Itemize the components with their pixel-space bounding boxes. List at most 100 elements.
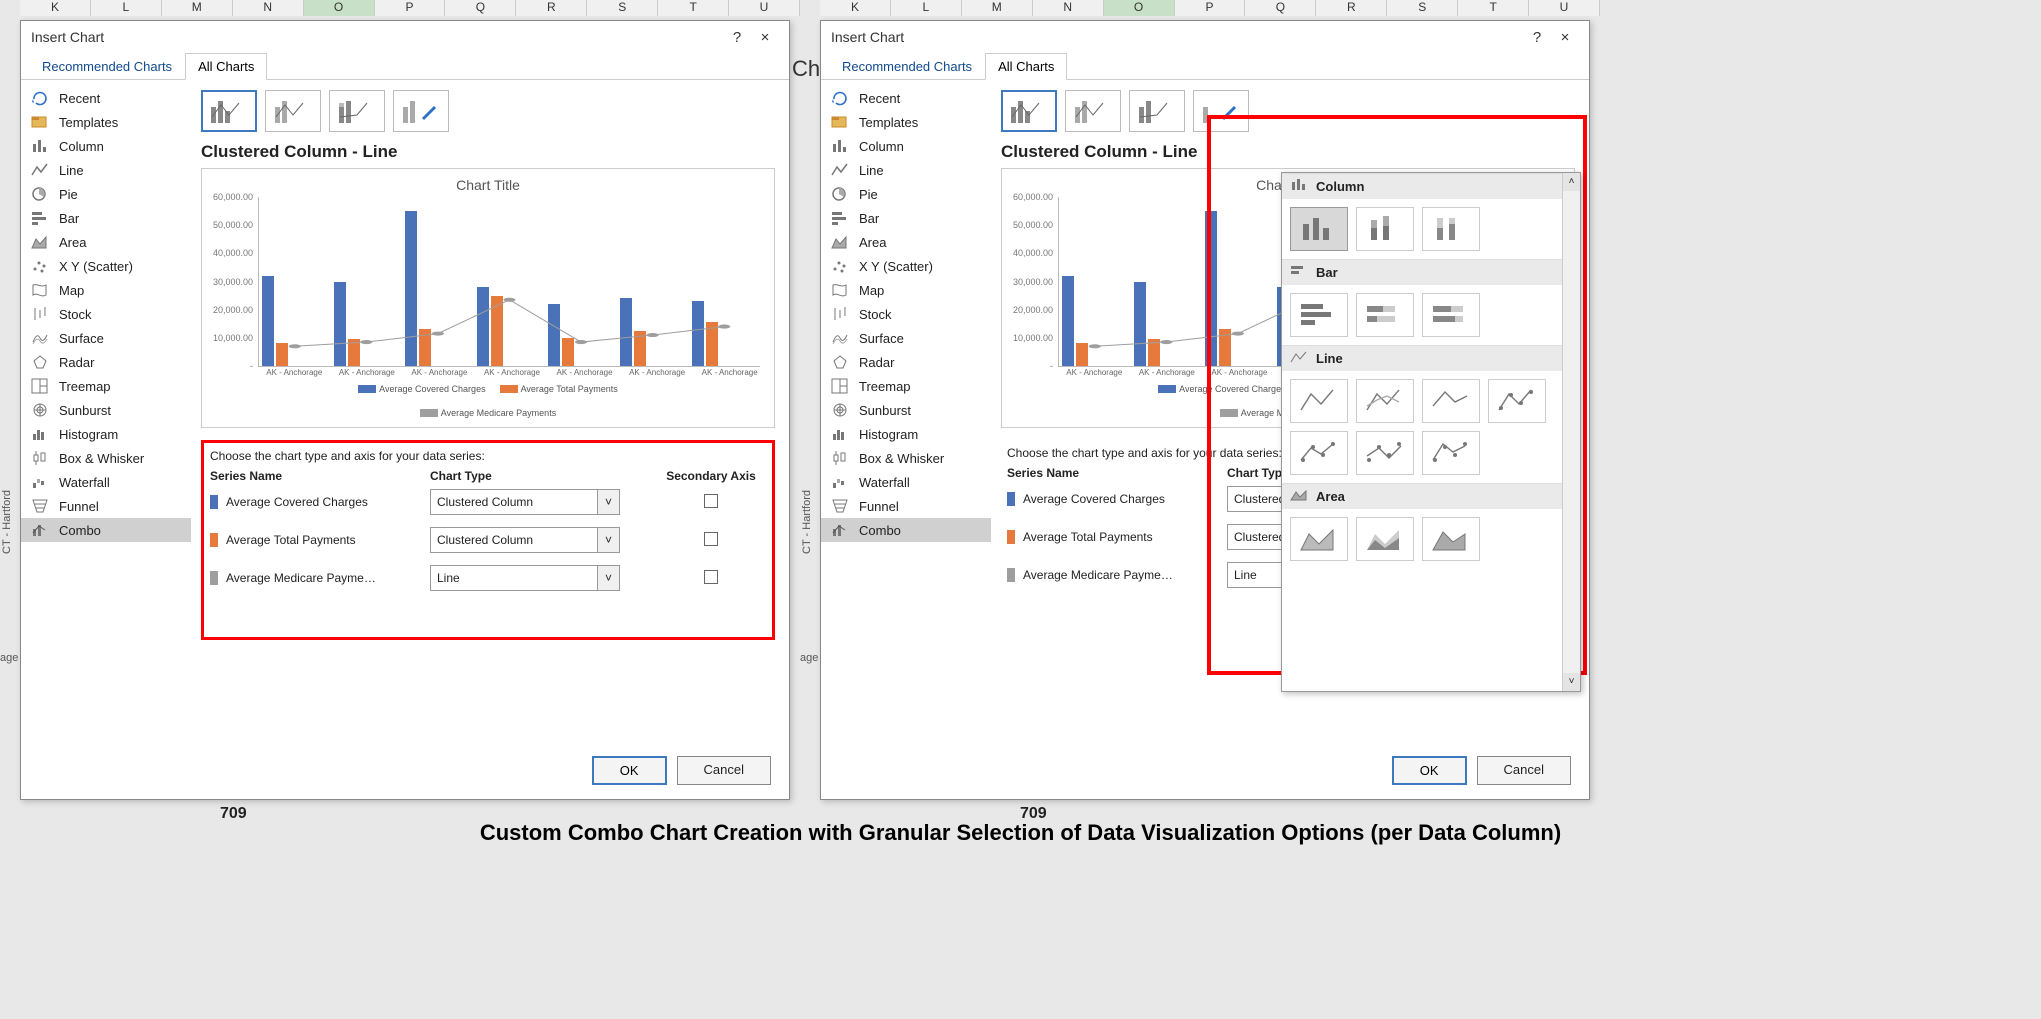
sidebar-item-label: Waterfall [59,475,110,490]
sidebar-item-waterfall[interactable]: Waterfall [821,470,991,494]
flyout-option-line-5[interactable] [1356,431,1414,475]
flyout-option-column-2[interactable] [1422,207,1480,251]
sidebar-item-box[interactable]: Box & Whisker [821,446,991,470]
flyout-option-area-2[interactable] [1422,517,1480,561]
flyout-option-line-4[interactable] [1290,431,1348,475]
sidebar-item-scatter[interactable]: X Y (Scatter) [821,254,991,278]
help-button[interactable]: ? [723,29,751,46]
sidebar-item-funnel[interactable]: Funnel [821,494,991,518]
chart-type-dropdown[interactable]: Clustered Column˅ [430,527,620,553]
sidebar-item-column[interactable]: Column [21,134,191,158]
sidebar-item-scatter[interactable]: X Y (Scatter) [21,254,191,278]
sidebar-item-treemap[interactable]: Treemap [21,374,191,398]
sidebar-item-sunburst[interactable]: Sunburst [821,398,991,422]
sidebar-item-histogram[interactable]: Histogram [21,422,191,446]
tab-recommended[interactable]: Recommended Charts [829,53,985,80]
secondary-axis-checkbox[interactable] [704,494,718,508]
chart-type-dropdown[interactable]: Line˅ [430,565,620,591]
series-color-swatch [210,533,218,547]
sidebar-item-pie[interactable]: Pie [821,182,991,206]
sidebar-item-line[interactable]: Line [21,158,191,182]
flyout-section-label: Bar [1316,265,1338,280]
sidebar-item-label: Combo [59,523,101,538]
sidebar-item-combo[interactable]: Combo [21,518,191,542]
flyout-option-bar-2[interactable] [1422,293,1480,337]
flyout-option-line-2[interactable] [1422,379,1480,423]
sidebar-item-stock[interactable]: Stock [21,302,191,326]
sidebar-item-radar[interactable]: Radar [821,350,991,374]
sidebar-item-line[interactable]: Line [821,158,991,182]
flyout-option-line-1[interactable] [1356,379,1414,423]
flyout-scrollbar[interactable]: ˄ ˅ [1562,173,1580,691]
tab-all-charts[interactable]: All Charts [185,53,267,80]
sidebar-item-recent[interactable]: Recent [821,86,991,110]
chart-type-dropdown[interactable]: Clustered Column˅ [430,489,620,515]
flyout-option-line-6[interactable] [1422,431,1480,475]
scroll-up-icon[interactable]: ˄ [1563,173,1580,191]
sidebar-item-pie[interactable]: Pie [21,182,191,206]
subtype-1[interactable] [1001,90,1057,132]
ok-button[interactable]: OK [592,756,667,785]
sidebar-item-area[interactable]: Area [821,230,991,254]
sidebar-item-bar[interactable]: Bar [21,206,191,230]
series-color-swatch [210,571,218,585]
sidebar-item-surface[interactable]: Surface [821,326,991,350]
sidebar-item-label: Stock [59,307,92,322]
cancel-button[interactable]: Cancel [677,756,771,785]
sidebar-item-map[interactable]: Map [821,278,991,302]
subtype-1[interactable] [201,90,257,132]
scroll-down-icon[interactable]: ˅ [1563,673,1580,691]
flyout-option-column-1[interactable] [1356,207,1414,251]
subtype-custom[interactable] [393,90,449,132]
area-icon [31,234,49,250]
subtype-3[interactable] [1129,90,1185,132]
funnel-icon [31,498,49,514]
flyout-option-area-0[interactable] [1290,517,1348,561]
subtype-row [201,90,775,132]
flyout-option-bar-0[interactable] [1290,293,1348,337]
funnel-icon [831,498,849,514]
sidebar-item-histogram[interactable]: Histogram [821,422,991,446]
flyout-option-area-1[interactable] [1356,517,1414,561]
sidebar-item-bar[interactable]: Bar [821,206,991,230]
sidebar-item-column[interactable]: Column [821,134,991,158]
cancel-button[interactable]: Cancel [1477,756,1571,785]
close-button[interactable]: × [751,29,779,46]
sidebar-item-area[interactable]: Area [21,230,191,254]
tab-recommended[interactable]: Recommended Charts [29,53,185,80]
legend: Average Covered Charges Average Total Pa… [210,384,766,418]
sidebar-item-combo[interactable]: Combo [821,518,991,542]
close-button[interactable]: × [1551,29,1579,46]
sidebar-item-surface[interactable]: Surface [21,326,191,350]
tab-all-charts[interactable]: All Charts [985,53,1067,80]
chevron-down-icon[interactable]: ˅ [597,528,619,552]
sidebar-item-templates[interactable]: Templates [821,110,991,134]
chevron-down-icon[interactable]: ˅ [597,490,619,514]
secondary-axis-checkbox[interactable] [704,570,718,584]
sidebar-item-recent[interactable]: Recent [21,86,191,110]
ok-button[interactable]: OK [1392,756,1467,785]
subtype-2[interactable] [265,90,321,132]
sidebar-item-treemap[interactable]: Treemap [821,374,991,398]
flyout-option-bar-1[interactable] [1356,293,1414,337]
sidebar-item-box[interactable]: Box & Whisker [21,446,191,470]
sidebar-item-templates[interactable]: Templates [21,110,191,134]
sidebar-item-funnel[interactable]: Funnel [21,494,191,518]
surface-icon [831,330,849,346]
sidebar-item-map[interactable]: Map [21,278,191,302]
flyout-option-column-0[interactable] [1290,207,1348,251]
sidebar-item-stock[interactable]: Stock [821,302,991,326]
sidebar-item-sunburst[interactable]: Sunburst [21,398,191,422]
secondary-axis-checkbox[interactable] [704,532,718,546]
sidebar-item-waterfall[interactable]: Waterfall [21,470,191,494]
flyout-option-line-0[interactable] [1290,379,1348,423]
subtype-3[interactable] [329,90,385,132]
subtype-custom[interactable] [1193,90,1249,132]
chevron-down-icon[interactable]: ˅ [597,566,619,590]
column-icon [1290,178,1308,195]
flyout-option-line-3[interactable] [1488,379,1546,423]
line-icon [831,162,849,178]
help-button[interactable]: ? [1523,29,1551,46]
subtype-2[interactable] [1065,90,1121,132]
sidebar-item-radar[interactable]: Radar [21,350,191,374]
